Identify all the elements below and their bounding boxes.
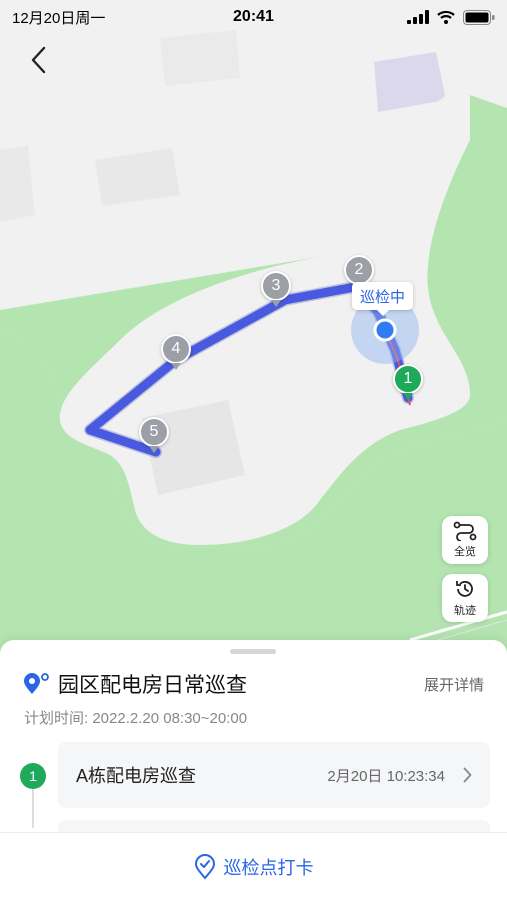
route-marker-5[interactable]: 5	[139, 417, 169, 453]
task-header: 园区配电房日常巡查 展开详情	[22, 668, 484, 700]
overview-label: 全览	[454, 546, 476, 558]
battery-icon	[462, 9, 495, 25]
patrol-status-tag: 巡检中	[352, 282, 414, 316]
location-pin-icon	[24, 673, 49, 694]
current-location-dot	[373, 318, 397, 342]
status-date: 12月20日周一	[12, 9, 106, 27]
checkin-button[interactable]: 巡检点打卡	[0, 832, 507, 900]
checkpoint-name: A栋配电房巡查	[76, 766, 197, 786]
route-marker-4[interactable]: 4	[161, 334, 191, 370]
route-marker-3[interactable]: 3	[261, 271, 291, 307]
wifi-icon	[437, 10, 455, 24]
history-icon	[456, 581, 473, 597]
expand-details-link[interactable]: 展开详情	[424, 674, 484, 695]
chevron-left-icon	[31, 46, 46, 74]
timeline-line	[32, 788, 34, 828]
route-overview-icon	[453, 521, 477, 541]
checkin-pin-icon	[194, 853, 215, 880]
status-time: 20:41	[233, 8, 274, 25]
checkpoint-item[interactable]: A栋配电房巡查 2月20日 10:23:34	[58, 742, 490, 808]
track-label: 轨迹	[454, 605, 476, 617]
checkin-label: 巡检点打卡	[223, 857, 314, 878]
track-button[interactable]: 轨迹	[442, 574, 488, 622]
route-marker-1[interactable]: 1	[393, 364, 423, 400]
route-marker-2[interactable]: 2	[344, 255, 374, 291]
task-title: 园区配电房日常巡查	[58, 674, 247, 697]
signal-icon	[406, 10, 429, 24]
back-button[interactable]	[20, 40, 56, 80]
point-index-badge: 1	[20, 763, 46, 789]
plan-time: 计划时间: 2022.2.20 08:30~20:00	[24, 710, 248, 727]
status-icons	[355, 9, 495, 25]
overview-button[interactable]: 全览	[442, 516, 488, 564]
checkpoint-time: 2月20日 10:23:34	[327, 767, 445, 785]
chevron-right-icon	[463, 767, 472, 783]
sheet-handle[interactable]	[230, 649, 276, 654]
status-bar: 12月20日周一 20:41	[0, 0, 507, 34]
